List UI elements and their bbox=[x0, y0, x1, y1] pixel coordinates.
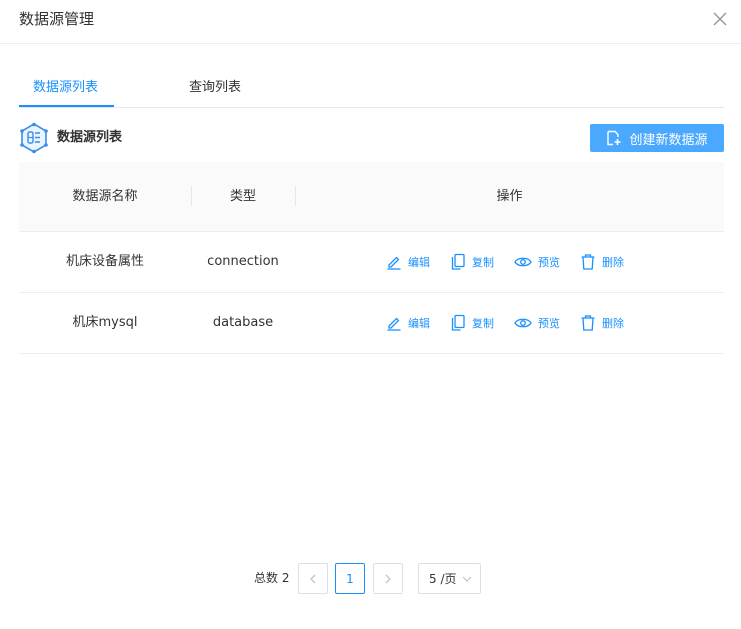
table-header: 数据源名称 类型 操作 bbox=[19, 162, 724, 232]
dialog-header: 数据源管理 bbox=[0, 0, 741, 44]
total-count: 总数 2 bbox=[254, 571, 290, 585]
section-header: 数据源列表 创建新数据源 bbox=[19, 122, 724, 154]
edit-button[interactable]: 编辑 bbox=[386, 315, 430, 331]
copy-icon bbox=[451, 253, 465, 270]
row-actions: 编辑 复制 预览 删除 bbox=[386, 232, 644, 292]
datasource-table: 数据源名称 类型 操作 机床设备属性 connection 编辑 复制 预览 删… bbox=[19, 162, 724, 354]
tab-active-indicator bbox=[19, 105, 114, 107]
chevron-right-icon bbox=[385, 574, 391, 583]
delete-button[interactable]: 删除 bbox=[580, 314, 624, 332]
edit-icon bbox=[387, 317, 401, 331]
row-actions: 编辑 复制 预览 删除 bbox=[386, 293, 644, 353]
page-size-value: 5 /页 bbox=[429, 572, 457, 586]
tab-query-list[interactable]: 查询列表 bbox=[189, 78, 241, 98]
copy-icon bbox=[451, 314, 465, 331]
copy-label: 复制 bbox=[472, 317, 494, 330]
page-button-current[interactable]: 1 bbox=[335, 563, 365, 594]
eye-icon bbox=[514, 257, 532, 267]
datasource-name: 机床mysql bbox=[72, 315, 138, 330]
table-row: 机床设备属性 connection 编辑 复制 预览 删除 bbox=[19, 232, 724, 293]
tab-datasource-list[interactable]: 数据源列表 bbox=[33, 78, 98, 98]
datasource-type: database bbox=[212, 315, 274, 330]
chevron-down-icon bbox=[462, 576, 472, 582]
copy-label: 复制 bbox=[472, 256, 494, 269]
column-header-type: 类型 bbox=[229, 189, 256, 204]
table-row: 机床mysql database 编辑 复制 预览 删除 bbox=[19, 293, 724, 354]
copy-button[interactable]: 复制 bbox=[450, 253, 494, 271]
edit-label: 编辑 bbox=[408, 317, 430, 330]
preview-button[interactable]: 预览 bbox=[514, 315, 560, 331]
database-list-icon bbox=[19, 122, 49, 154]
dialog-title: 数据源管理 bbox=[19, 10, 95, 28]
preview-label: 预览 bbox=[538, 256, 560, 269]
create-datasource-button[interactable]: 创建新数据源 bbox=[590, 124, 724, 152]
column-header-actions: 操作 bbox=[496, 189, 523, 204]
datasource-name: 机床设备属性 bbox=[65, 254, 144, 269]
delete-label: 删除 bbox=[602, 256, 624, 269]
tab-bar: 数据源列表 查询列表 bbox=[19, 72, 724, 108]
edit-button[interactable]: 编辑 bbox=[386, 254, 430, 270]
next-page-button[interactable] bbox=[373, 563, 403, 594]
section-title: 数据源列表 bbox=[57, 130, 123, 145]
preview-button[interactable]: 预览 bbox=[514, 254, 560, 270]
copy-button[interactable]: 复制 bbox=[450, 314, 494, 332]
delete-label: 删除 bbox=[602, 317, 624, 330]
eye-icon bbox=[514, 318, 532, 328]
delete-button[interactable]: 删除 bbox=[580, 253, 624, 271]
close-icon[interactable] bbox=[711, 10, 729, 28]
edit-label: 编辑 bbox=[408, 256, 430, 269]
add-file-icon bbox=[607, 130, 621, 146]
preview-label: 预览 bbox=[538, 317, 560, 330]
trash-icon bbox=[581, 254, 595, 270]
trash-icon bbox=[581, 315, 595, 331]
datasource-dialog: 数据源管理 数据源列表 查询列表 数据源列表 创建新数据源 数据源名称 类型 操… bbox=[0, 0, 741, 629]
prev-page-button[interactable] bbox=[298, 563, 328, 594]
edit-icon bbox=[387, 256, 401, 270]
column-header-name: 数据源名称 bbox=[72, 189, 138, 204]
datasource-type: connection bbox=[207, 254, 279, 269]
chevron-left-icon bbox=[310, 574, 316, 583]
create-datasource-label: 创建新数据源 bbox=[629, 132, 708, 148]
page-size-select[interactable]: 5 /页 bbox=[418, 563, 481, 594]
